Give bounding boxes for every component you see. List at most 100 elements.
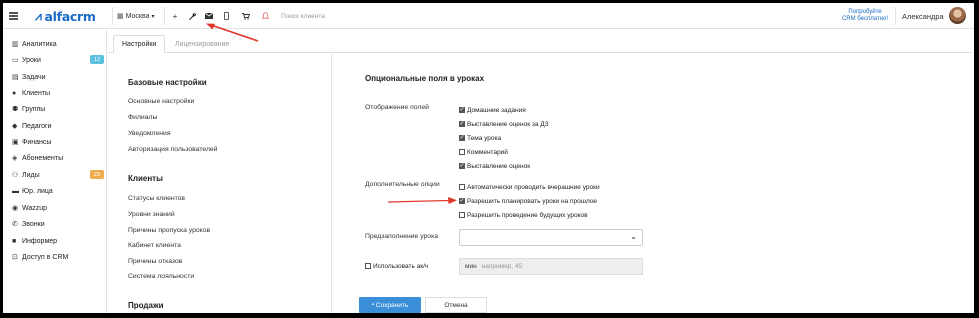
promo-line-2: CRM бесплатно! — [841, 16, 889, 22]
promo-line-1: Попробуйте — [848, 9, 882, 15]
sidebar-item-legal-entities[interactable]: ▬ Юр. лица — [12, 185, 104, 197]
checkbox-unchecked-icon — [459, 184, 465, 190]
tab-licensing[interactable]: Лицензирование — [167, 35, 237, 53]
user-plus-icon: ⚇ — [12, 172, 19, 179]
city-select[interactable]: ▦ Москва ▾ — [117, 3, 155, 29]
sidebar-item-label: Информер — [22, 237, 58, 245]
checkbox-label: Выставление оценок — [467, 162, 531, 170]
sidebar-item-label: Абонементы — [22, 154, 64, 162]
display-fields-label: Отображение полей — [365, 104, 429, 111]
section-sales-title: Продажи — [128, 301, 164, 310]
calendar-icon: ▭ — [12, 57, 19, 64]
sidebar-item-analytics[interactable]: ▥ Аналитика — [12, 38, 104, 50]
sidebar-item-label: Аналитика — [22, 40, 57, 48]
checkbox-use-academic-hour[interactable]: Использовать ак/ч — [365, 261, 428, 271]
informer-icon: ■ — [12, 237, 17, 245]
minutes-unit: мин — [465, 263, 477, 270]
mobile-icon[interactable] — [219, 3, 233, 29]
menu-item-rejection-reasons[interactable]: Причины отказов — [128, 258, 182, 265]
app-logo[interactable]: ⩘ alfacrm — [35, 3, 96, 29]
checkbox-checked-icon: ✓ — [459, 163, 465, 169]
tab-settings[interactable]: Настройки — [113, 35, 166, 53]
users-icon: ⚉ — [12, 106, 19, 113]
briefcase-icon: ▬ — [12, 187, 19, 195]
annotation-arrow — [387, 197, 457, 204]
floppy-icon: ▪ — [371, 302, 374, 308]
sidebar-item-crm-access[interactable]: ⊡ Доступ в CRM — [12, 251, 104, 263]
menu-item-notifications[interactable]: Уведомления — [128, 130, 171, 137]
checkbox-label: Комментарий — [467, 148, 508, 156]
avatar[interactable] — [949, 7, 966, 24]
save-label: Сохранить — [375, 301, 409, 309]
menu-item-absence-reasons[interactable]: Причины пропуска уроков — [128, 227, 210, 234]
promo-link[interactable]: Попробуйте CRM бесплатно! — [839, 3, 891, 29]
sidebar-item-leads[interactable]: ⚇ Лиды 23 — [12, 169, 104, 181]
cancel-button[interactable]: Отмена — [425, 297, 487, 313]
sidebar-item-label: Юр. лица — [22, 187, 53, 195]
sidebar-item-groups[interactable]: ⚉ Группы — [12, 103, 104, 115]
cart-icon[interactable] — [239, 3, 253, 29]
plus-icon[interactable]: + — [168, 3, 182, 29]
checkbox-unchecked-icon — [459, 149, 465, 155]
search-input[interactable]: Поиск клиента — [281, 3, 325, 29]
leads-count-badge: 23 — [90, 170, 104, 179]
menu-item-client-statuses[interactable]: Статусы клиентов — [128, 195, 185, 202]
chevron-down-icon: ⌄ — [630, 232, 637, 241]
tag-icon: ◈ — [12, 155, 18, 162]
sidebar-item-tasks[interactable]: ▤ Задачи — [12, 71, 104, 83]
extra-options-label: Дополнительные опции — [365, 181, 440, 188]
menu-item-knowledge-levels[interactable]: Уровни знаний — [128, 211, 175, 218]
analytics-icon: ▥ — [12, 41, 19, 48]
sidebar-item-informer[interactable]: ■ Информер — [12, 235, 104, 247]
section-clients-title: Клиенты — [128, 174, 163, 183]
sidebar-item-lessons[interactable]: ▭ Уроки 12 — [12, 54, 104, 66]
phone-icon: ✆ — [12, 221, 18, 228]
checkbox-label: Домашние задания — [467, 106, 526, 114]
sidebar-item-wazzup[interactable]: ◉ Wazzup — [12, 202, 104, 214]
page-title: Опциональные поля в уроках — [365, 74, 485, 83]
checkbox-grades[interactable]: ✓ Выставление оценок — [459, 161, 530, 171]
sidebar: ▥ Аналитика ▭ Уроки 12 ▤ Задачи ● Клиенты ⚉ Гр… — [3, 30, 107, 313]
lessons-count-badge: 12 — [90, 55, 104, 64]
sidebar-item-label: Финансы — [22, 138, 52, 146]
checkbox-lesson-topic[interactable]: ✓ Тема урока — [459, 133, 501, 143]
sidebar-item-clients[interactable]: ● Клиенты — [12, 87, 104, 99]
user-name[interactable]: Александра — [902, 3, 944, 29]
checkbox-homework[interactable]: ✓ Домашние задания — [459, 105, 526, 115]
menu-item-user-authorization[interactable]: Авторизация пользователей — [128, 146, 217, 153]
menu-item-client-cabinet[interactable]: Кабинет клиента — [128, 242, 181, 249]
sidebar-item-finances[interactable]: ▣ Финансы — [12, 136, 104, 148]
checkbox-checked-icon: ✓ — [459, 107, 465, 113]
checkbox-label: Разрешить планировать уроки на прошлое — [467, 197, 598, 205]
checkbox-label: Разрешить проведение будущих уроков — [467, 211, 588, 219]
lock-icon: ⊡ — [12, 254, 18, 261]
checkbox-unchecked-icon — [459, 212, 465, 218]
menu-item-main-settings[interactable]: Основные настройки — [128, 98, 194, 105]
lesson-prefill-select[interactable]: ⌄ — [459, 229, 643, 246]
sidebar-item-subscriptions[interactable]: ◈ Абонементы — [12, 152, 104, 164]
checkbox-comment[interactable]: Комментарий — [459, 147, 508, 157]
sidebar-item-calls[interactable]: ✆ Звонки — [12, 218, 104, 230]
sidebar-item-teachers[interactable]: ◆ Педагоги — [12, 120, 104, 132]
save-button[interactable]: ▪ Сохранить — [359, 297, 421, 313]
wrench-icon[interactable] — [185, 3, 199, 29]
city-label: Москва — [125, 12, 150, 20]
menu-toggle-icon[interactable] — [9, 3, 19, 29]
menu-item-loyalty-system[interactable]: Система лояльности — [128, 273, 194, 280]
checkbox-homework-grades[interactable]: ✓ Выставление оценок за ДЗ — [459, 119, 549, 129]
sidebar-item-label: Лиды — [22, 171, 40, 179]
section-basic-title: Базовые настройки — [128, 78, 207, 87]
tasks-icon: ▤ — [12, 74, 19, 81]
academic-hour-minutes-input[interactable]: мин например, 45 — [459, 258, 643, 275]
bell-icon[interactable] — [258, 3, 272, 29]
checkbox-unchecked-icon — [365, 263, 371, 269]
checkbox-checked-icon: ✓ — [459, 135, 465, 141]
mail-icon[interactable] — [202, 3, 216, 29]
checkbox-auto-conduct-yesterday[interactable]: Автоматически проводить вчерашние уроки — [459, 182, 600, 192]
menu-item-branches[interactable]: Филиалы — [128, 114, 157, 121]
sidebar-item-label: Уроки — [22, 56, 41, 64]
checkbox-label: Использовать ак/ч — [373, 262, 429, 270]
lesson-prefill-label: Предзаполнение урока — [365, 233, 438, 240]
checkbox-allow-future-lessons[interactable]: Разрешить проведение будущих уроков — [459, 210, 588, 220]
checkbox-allow-past-planning[interactable]: ✓ Разрешить планировать уроки на прошлое — [459, 196, 597, 206]
